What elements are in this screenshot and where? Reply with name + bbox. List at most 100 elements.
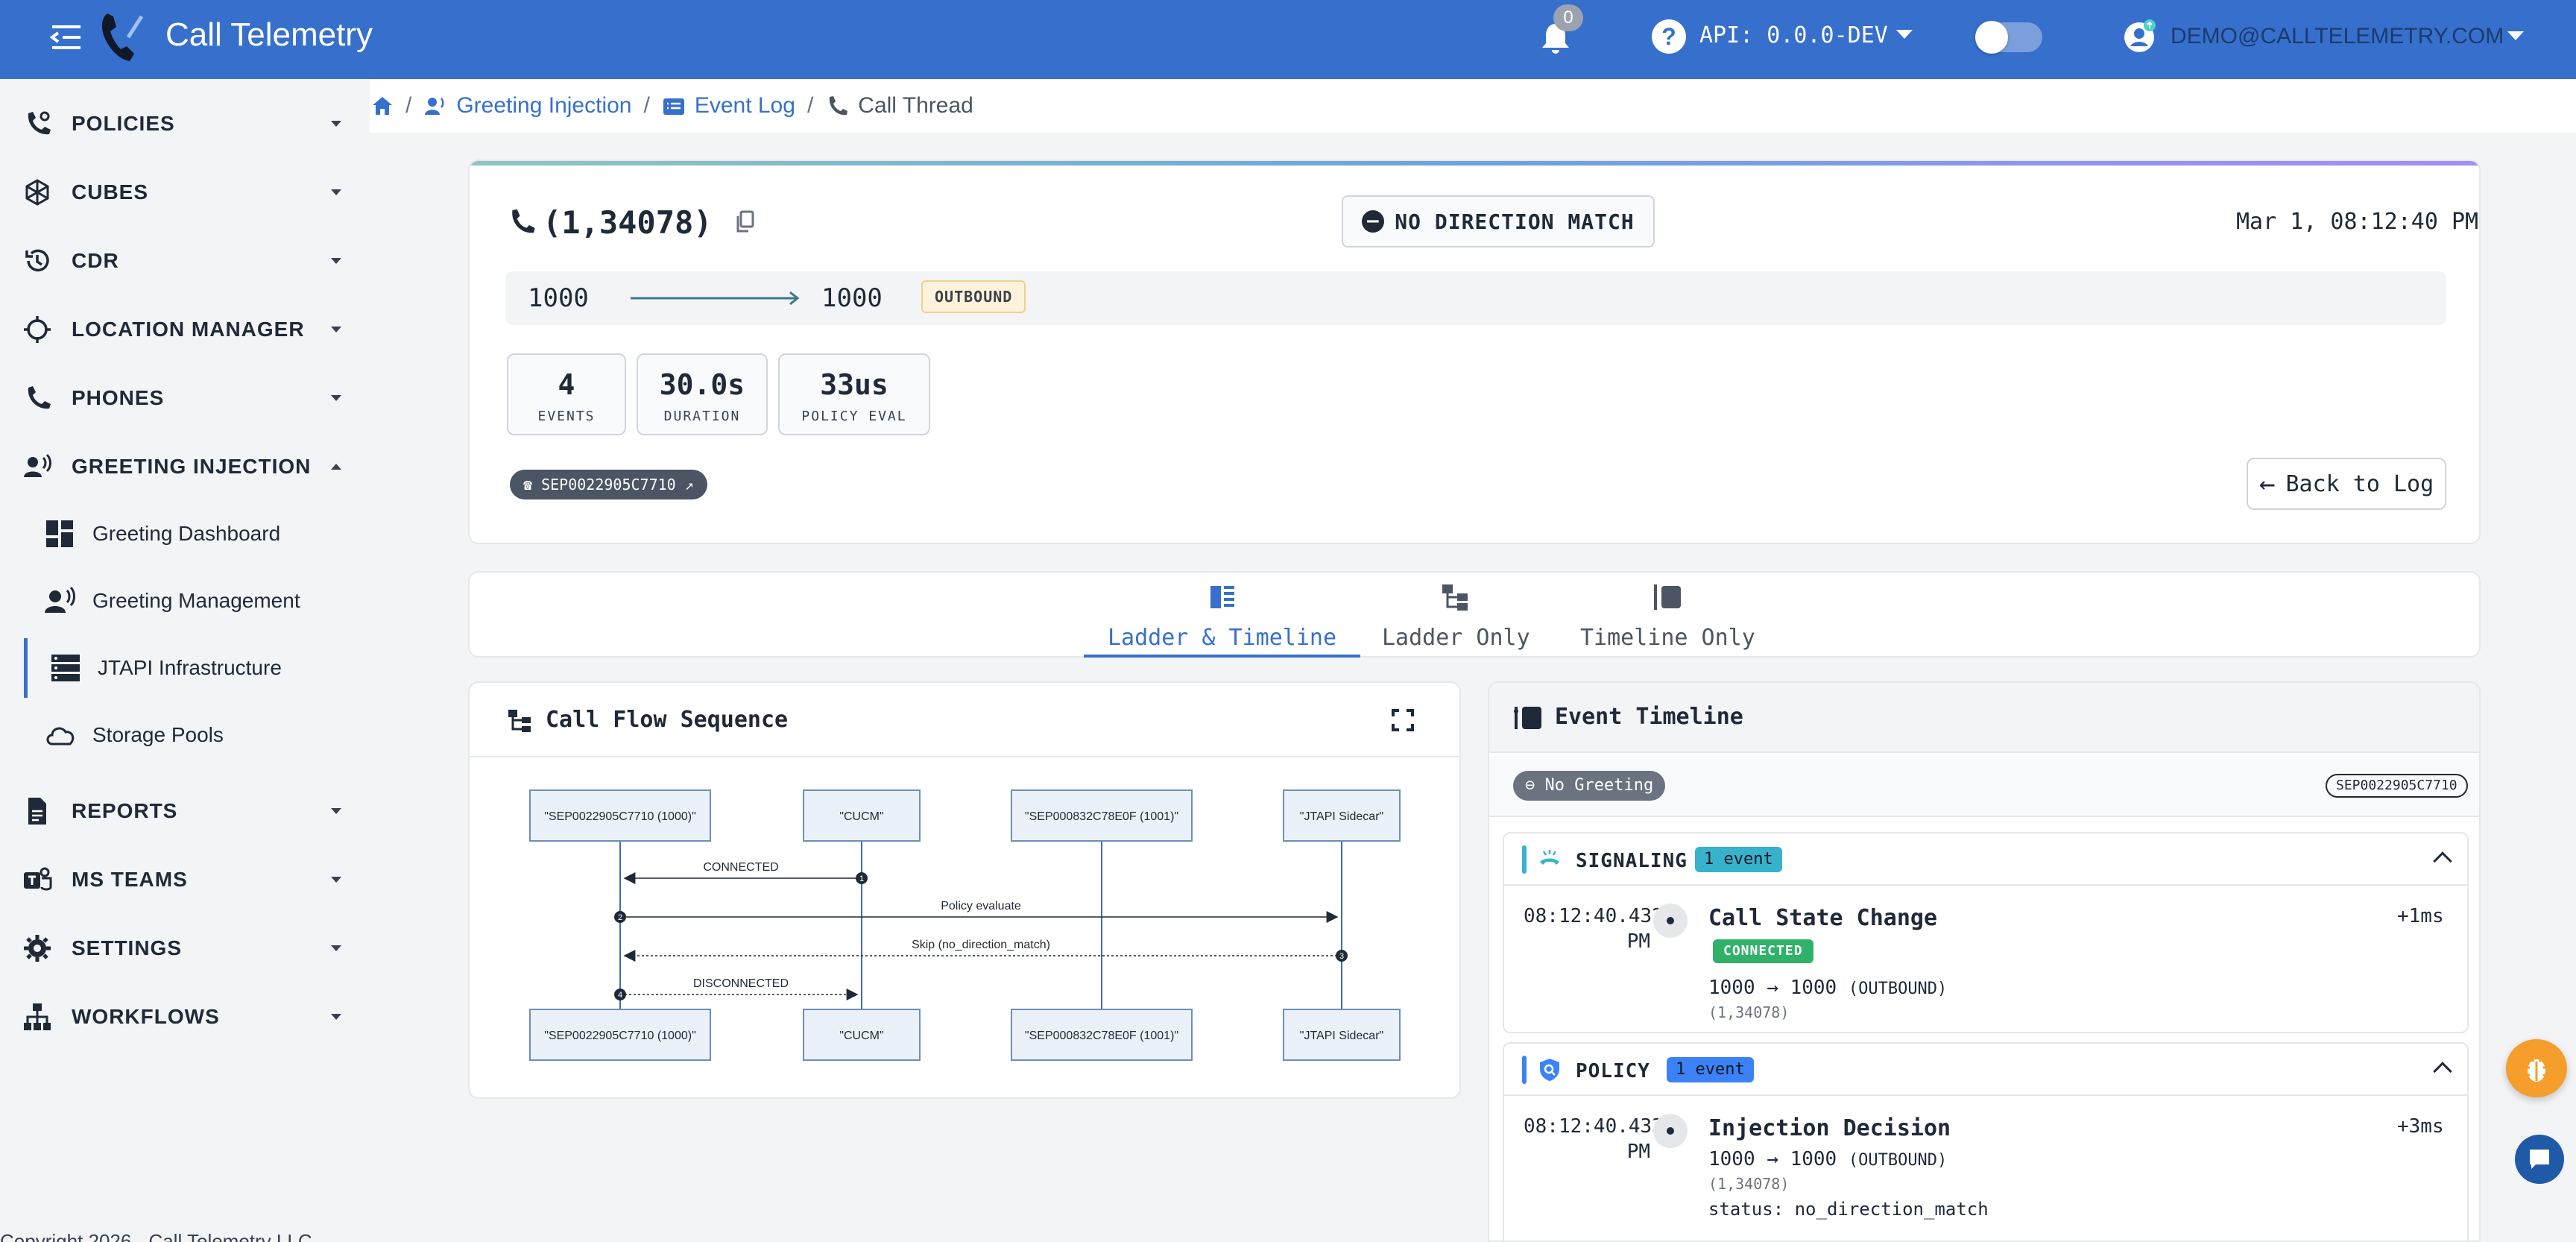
call-flow-card: Call Flow Sequence "SEP0022905C7710 (100… bbox=[468, 681, 1461, 1099]
phone-logo-icon bbox=[101, 13, 144, 61]
tab-ladder-only[interactable]: Ladder Only bbox=[1358, 573, 1554, 658]
crosshair-icon bbox=[24, 316, 51, 343]
event-route: 1000 → 1000 (OUTBOUND) bbox=[1708, 977, 1947, 999]
expand-icon[interactable] bbox=[1391, 708, 1415, 732]
desk-phone-icon: ☎ bbox=[523, 476, 542, 494]
sitemap-icon bbox=[1442, 584, 1468, 611]
breadcrumb-separator: / bbox=[405, 93, 412, 118]
sidebar-subitem-storage-pools[interactable]: Storage Pools bbox=[22, 705, 365, 765]
event-time-ampm: PM bbox=[1626, 930, 1650, 953]
minus-circle-icon: – bbox=[1362, 210, 1385, 233]
sidebar-item-phones[interactable]: PHONES bbox=[0, 368, 370, 428]
sidebar-subitem-greeting-management[interactable]: Greeting Management bbox=[22, 571, 365, 631]
home-icon[interactable] bbox=[371, 95, 394, 117]
sidebar-subitem-jtapi-infrastructure[interactable]: JTAPI Infrastructure bbox=[24, 638, 367, 698]
sidebar-item-location-manager[interactable]: LOCATION MANAGER bbox=[0, 300, 370, 359]
stat-label: POLICY EVAL bbox=[801, 409, 907, 424]
arrow-left-icon: ← bbox=[2258, 468, 2276, 499]
tab-ladder-and-timeline[interactable]: Ladder & Timeline bbox=[1084, 573, 1361, 658]
timeline-filter-bar: ⊖ No Greeting SEP0022905C7710 bbox=[1489, 754, 2479, 817]
device-link-chip[interactable]: ☎ SEP0022905C7710 ↗ bbox=[510, 470, 707, 499]
copy-icon[interactable] bbox=[735, 210, 756, 234]
timeline-title: Event Timeline bbox=[1555, 704, 1743, 730]
badge-text: No Greeting bbox=[1544, 776, 1654, 795]
event-group-policy: POLICY 1 event 08:12:40.433 PM Injection … bbox=[1503, 1042, 2469, 1241]
chevron-up-icon[interactable] bbox=[2433, 1062, 2452, 1081]
sidebar: POLICIES CUBES CDR LOCATION MANAGER PHON… bbox=[0, 79, 370, 1242]
bug-report-button[interactable] bbox=[2506, 1039, 2567, 1097]
user-menu[interactable]: DEMO@CALLTELEMETRY.COM bbox=[2171, 24, 2504, 49]
event-route-direction: (OUTBOUND) bbox=[1848, 980, 1948, 998]
server-icon bbox=[51, 655, 80, 681]
back-to-log-button[interactable]: ← Back to Log bbox=[2247, 458, 2446, 510]
chat-button[interactable] bbox=[2515, 1135, 2564, 1184]
event-group-header[interactable]: SIGNALING 1 event bbox=[1504, 833, 2467, 886]
tab-timeline-only[interactable]: Timeline Only bbox=[1556, 573, 1779, 658]
group-color-bar bbox=[1522, 1056, 1527, 1084]
stat-policy-eval: 33us POLICY EVAL bbox=[778, 353, 930, 435]
message-label: Policy evaluate bbox=[941, 900, 1021, 912]
chevron-up-icon[interactable] bbox=[2433, 851, 2452, 871]
timeline-header: Event Timeline bbox=[1489, 683, 2479, 753]
sidebar-item-settings[interactable]: SETTINGS bbox=[0, 918, 370, 978]
message-label: CONNECTED bbox=[703, 861, 778, 874]
sidebar-item-ms-teams[interactable]: MS TEAMS bbox=[0, 850, 370, 910]
call-summary-card: (1,34078) – NO DIRECTION MATCH Mar 1, 08… bbox=[468, 160, 2481, 544]
gear-icon bbox=[24, 935, 51, 962]
sidebar-subitem-greeting-dashboard[interactable]: Greeting Dashboard bbox=[22, 504, 365, 564]
route-to: 1000 bbox=[821, 283, 883, 313]
message-number: 3 bbox=[1339, 952, 1344, 961]
workflow-icon bbox=[24, 1003, 51, 1030]
chevron-down-icon[interactable] bbox=[1896, 30, 1913, 39]
chevron-down-icon[interactable] bbox=[2507, 31, 2524, 40]
stat-duration: 30.0s DURATION bbox=[637, 353, 768, 435]
cloud-icon bbox=[46, 727, 75, 745]
participant-label: "JTAPI Sidecar" bbox=[1300, 810, 1383, 823]
sidebar-item-reports[interactable]: REPORTS bbox=[0, 781, 370, 841]
card-accent-bar bbox=[470, 161, 2479, 166]
event-title: Injection Decision bbox=[1708, 1115, 1951, 1141]
speaker-user-icon bbox=[24, 453, 51, 477]
sidebar-item-cubes[interactable]: CUBES bbox=[0, 163, 370, 222]
sequence-diagram: "SEP0022905C7710 (1000)" "SEP0022905C7710… bbox=[529, 789, 1401, 1061]
sidebar-item-workflows[interactable]: WORKFLOWS bbox=[0, 987, 370, 1047]
breadcrumb-link-event-log[interactable]: Event Log bbox=[695, 93, 795, 119]
call-timestamp: Mar 1, 08:12:40 PM bbox=[2236, 209, 2479, 235]
event-time-value: 08:12:40.433 bbox=[1524, 1115, 1664, 1138]
caret-up-icon bbox=[331, 464, 341, 470]
direction-status-text: NO DIRECTION MATCH bbox=[1395, 209, 1635, 234]
message-number: 1 bbox=[859, 874, 864, 883]
user-avatar-icon[interactable] bbox=[2121, 19, 2157, 55]
caret-down-icon bbox=[331, 877, 341, 883]
help-icon[interactable]: ? bbox=[1652, 19, 1686, 54]
dashboard-icon bbox=[46, 520, 73, 547]
device-name: SEP0022905C7710 bbox=[541, 476, 676, 494]
event-dot bbox=[1653, 1114, 1688, 1148]
theme-toggle[interactable] bbox=[1975, 21, 2042, 54]
notification-badge: 0 bbox=[1553, 4, 1583, 31]
sidebar-item-cdr[interactable]: CDR bbox=[0, 231, 370, 291]
breadcrumb-link-greeting-injection[interactable]: Greeting Injection bbox=[456, 93, 631, 119]
event-delta: +1ms bbox=[2397, 905, 2444, 927]
menu-toggle-icon[interactable] bbox=[49, 22, 83, 52]
sidebar-item-greeting-injection[interactable]: GREETING INJECTION bbox=[0, 437, 370, 497]
route-from: 1000 bbox=[528, 283, 589, 313]
toggle-knob bbox=[1975, 21, 2008, 54]
sidebar-item-label: GREETING INJECTION bbox=[72, 455, 312, 478]
api-version-dropdown[interactable]: API: 0.0.0-DEV bbox=[1699, 22, 1888, 48]
participant-label: "JTAPI Sidecar" bbox=[1300, 1030, 1383, 1042]
event-group-header[interactable]: POLICY 1 event bbox=[1504, 1044, 2467, 1096]
group-name: POLICY bbox=[1576, 1060, 1650, 1082]
group-count-badge: 1 event bbox=[1667, 1057, 1754, 1082]
event-timeline-card: Event Timeline ⊖ No Greeting SEP0022905C… bbox=[1488, 681, 2481, 1242]
caret-down-icon bbox=[331, 258, 341, 264]
report-icon bbox=[28, 798, 46, 825]
shield-search-icon bbox=[1540, 1059, 1559, 1081]
teams-icon bbox=[24, 867, 52, 891]
event-call-id: (1,34078) bbox=[1708, 1003, 1790, 1021]
no-greeting-badge: ⊖ No Greeting bbox=[1513, 771, 1666, 801]
message-label: DISCONNECTED bbox=[693, 977, 789, 990]
event-route-text: 1000 → 1000 bbox=[1708, 977, 1837, 999]
sidebar-item-policies[interactable]: POLICIES bbox=[0, 94, 370, 154]
copyright-text: Copyright 2026 - Call Telemetry LLC bbox=[0, 1230, 312, 1242]
